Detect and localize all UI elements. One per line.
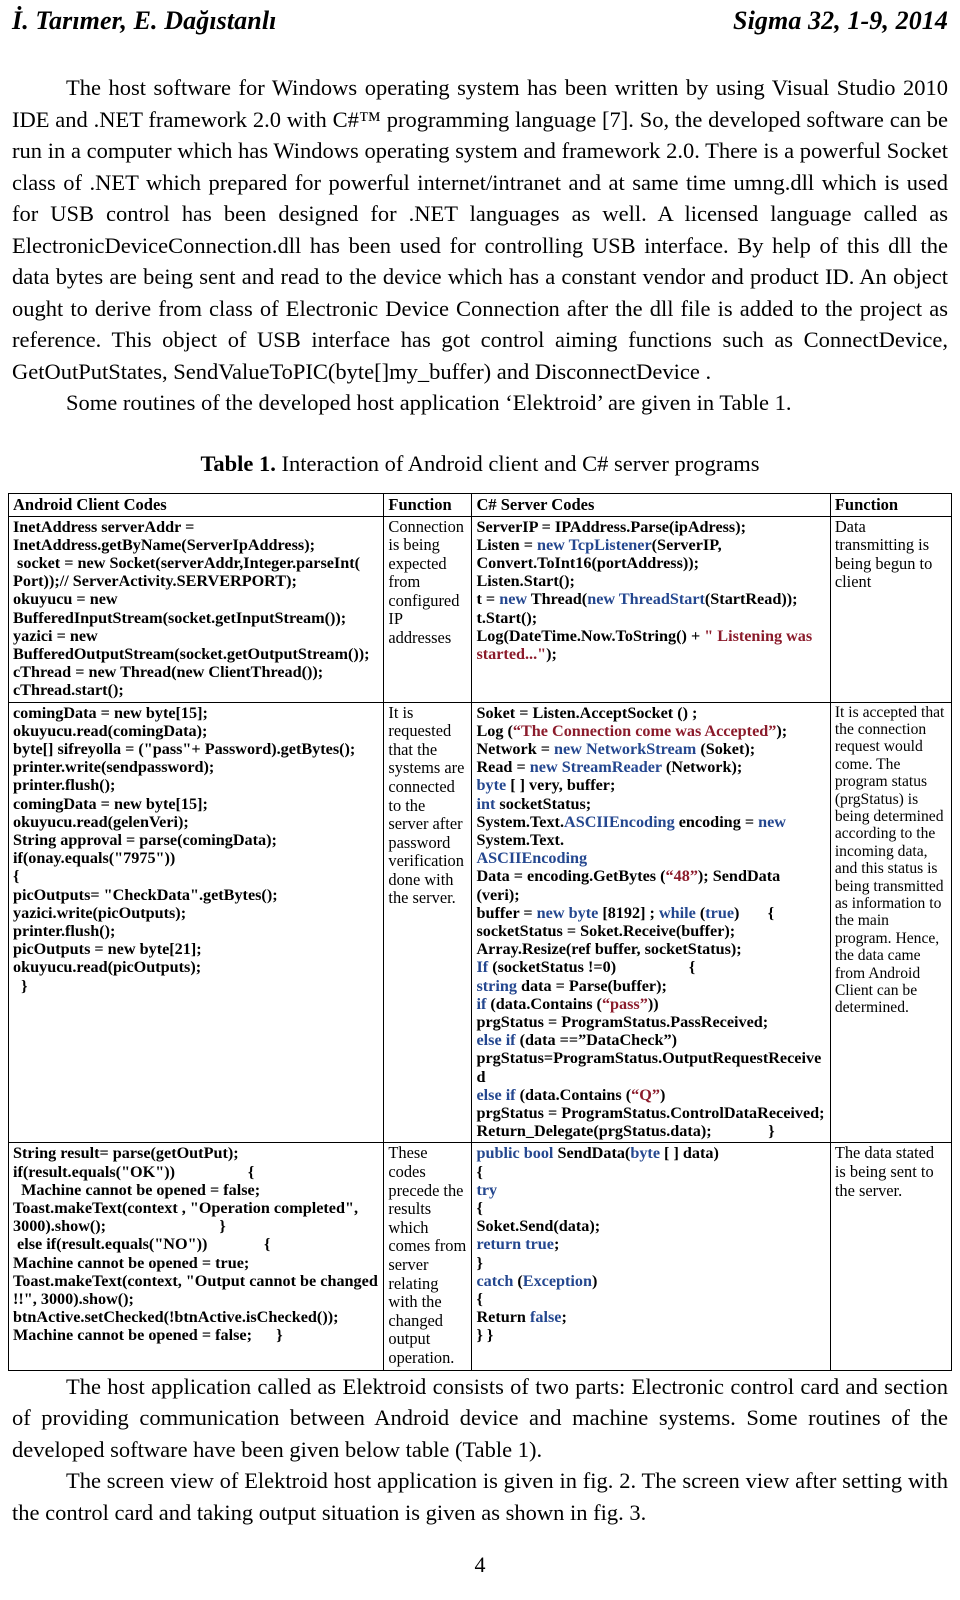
column-header-csharp-server-codes: C# Server Codes [471, 492, 831, 517]
running-head-journal-ref: Sigma 32, 1-9, 2014 [733, 6, 948, 35]
column-header-android-client-codes: Android Client Codes [7, 492, 385, 517]
table-header-row: Android Client Codes Function C# Server … [7, 492, 953, 517]
body-text-bottom: The host application called as Elektroid… [8, 1371, 952, 1529]
cell-function-1: These codes precede the results which co… [383, 1142, 473, 1371]
running-head: İ. Tarımer, E. Dağıstanlı Sigma 32, 1-9,… [8, 0, 952, 50]
table-row: InetAddress serverAddr = InetAddress.get… [7, 515, 953, 703]
column-header-function-2: Function [829, 492, 953, 517]
cell-android-code: InetAddress serverAddr = InetAddress.get… [7, 515, 385, 703]
cell-function-2: The data stated is being sent to the ser… [829, 1142, 953, 1371]
body-text-top: The host software for Windows operating … [8, 72, 952, 419]
cell-function-1: Connection is being expected from config… [383, 515, 473, 703]
cell-csharp-code: Soket = Listen.AcceptSocket () ; Log (“Th… [471, 701, 831, 1144]
table-caption-text: Interaction of Android client and C# ser… [275, 450, 760, 476]
cell-csharp-code: ServerIP = IPAddress.Parse(ipAdress); Lis… [471, 515, 831, 703]
table-row: comingData = new byte[15]; okuyucu.read(… [7, 701, 953, 1144]
table-caption-label: Table 1. [200, 450, 276, 476]
cell-function-1: It is requested that the systems are con… [383, 701, 473, 1144]
paragraph-4: The screen view of Elektroid host applic… [12, 1468, 948, 1525]
cell-csharp-code: public bool SendData(byte [ ] data){try{… [471, 1142, 831, 1371]
page-number: 4 [474, 1552, 486, 1577]
cell-android-code: comingData = new byte[15]; okuyucu.read(… [7, 701, 385, 1144]
cell-android-code: String result= parse(getOutPut); if(resu… [7, 1142, 385, 1371]
document-page: İ. Tarımer, E. Dağıstanlı Sigma 32, 1-9,… [0, 0, 960, 1600]
running-head-authors: İ. Tarımer, E. Dağıstanlı [12, 6, 277, 35]
paragraph-3: The host application called as Elektroid… [12, 1373, 948, 1462]
column-header-function-1: Function [383, 492, 473, 517]
paragraph-1: The host software for Windows operating … [12, 75, 948, 384]
cell-function-2: Data transmitting is being begun to clie… [829, 515, 953, 703]
table-row: String result= parse(getOutPut); if(resu… [7, 1142, 953, 1371]
table-caption: Table 1. Interaction of Android client a… [8, 449, 952, 479]
cell-function-2: It is accepted that the connection reque… [829, 701, 953, 1144]
interaction-table: Android Client Codes Function C# Server … [7, 492, 953, 1371]
paragraph-2: Some routines of the developed host appl… [66, 390, 792, 415]
